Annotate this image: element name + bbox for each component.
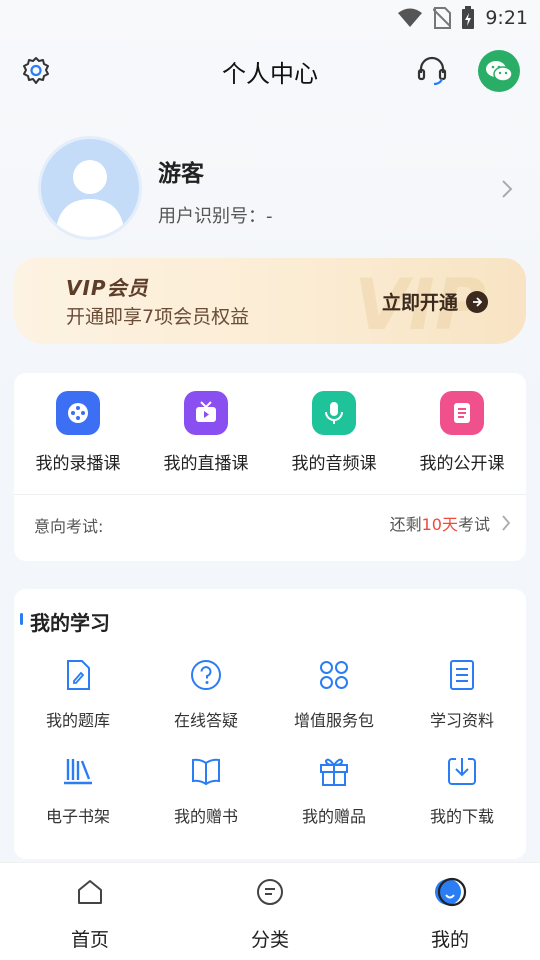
- download-item[interactable]: 我的下载: [398, 753, 526, 827]
- download-icon: [444, 753, 480, 789]
- arrow-right-icon: [466, 290, 489, 313]
- status-time: 9:21: [485, 7, 528, 29]
- profile-section[interactable]: 游客 用户识别号：-: [38, 136, 518, 246]
- user-id: 用户识别号：-: [158, 206, 273, 227]
- avatar[interactable]: [38, 136, 142, 240]
- materials-icon: [444, 657, 480, 693]
- bookshelf-icon: [60, 753, 96, 789]
- gift-item[interactable]: 我的赠品: [270, 753, 398, 827]
- materials-item[interactable]: 学习资料: [398, 657, 526, 731]
- wifi-icon: [398, 8, 423, 27]
- online-qa-item[interactable]: 在线答疑: [142, 657, 270, 731]
- question-bank-icon: [60, 657, 96, 693]
- study-item-label: 学习资料: [429, 711, 494, 730]
- study-item-label: 我的题库: [45, 711, 110, 730]
- default-avatar-icon: [55, 160, 125, 237]
- live-course-icon: [184, 391, 228, 435]
- recorded-course-icon: [56, 391, 100, 435]
- intended-exam-label: 意向考试:: [34, 517, 104, 536]
- nav-label: 首页: [70, 929, 109, 951]
- headset-icon: [417, 56, 447, 86]
- user-name: 游客: [158, 161, 204, 187]
- course-label: 我的直播课: [163, 454, 249, 474]
- vip-banner[interactable]: VIP VIP会员 开通即享7项会员权益 立即开通: [14, 258, 526, 344]
- home-icon: [73, 875, 107, 909]
- exam-countdown[interactable]: 还剩10天考试: [390, 511, 512, 535]
- gift-icon: [316, 753, 352, 789]
- page-title: 个人中心: [222, 60, 318, 88]
- wechat-button[interactable]: [478, 50, 520, 92]
- status-bar: 9:21: [0, 0, 540, 36]
- study-item-label: 增值服务包: [293, 711, 374, 730]
- exam-countdown-text: 还剩10天考试: [389, 515, 490, 534]
- course-label: 我的音频课: [291, 454, 377, 474]
- bottom-nav: 首页 分类 我的: [0, 862, 540, 960]
- audio-course-icon: [312, 391, 356, 435]
- open-course-item[interactable]: 我的公开课: [398, 391, 526, 474]
- course-label: 我的录播课: [35, 454, 121, 474]
- vip-title: VIP会员: [66, 276, 149, 300]
- nav-profile[interactable]: 我的: [360, 875, 540, 952]
- study-item-label: 在线答疑: [173, 711, 238, 730]
- study-item-label: 我的下载: [429, 807, 494, 826]
- study-item-label: 我的赠书: [173, 807, 238, 826]
- nav-home[interactable]: 首页: [0, 875, 180, 952]
- gift-book-icon: [188, 753, 224, 789]
- no-sim-icon: [433, 7, 452, 29]
- live-course-item[interactable]: 我的直播课: [142, 391, 270, 474]
- study-item-label: 电子书架: [45, 807, 110, 826]
- my-study-card: 我的学习 我的题库 在线答疑 增值服务包 学习资料 电子书架 我的赠书 我的赠品…: [14, 589, 526, 859]
- vip-subtitle: 开通即享7项会员权益: [66, 306, 250, 328]
- nav-label: 我的: [430, 929, 469, 951]
- service-pack-item[interactable]: 增值服务包: [270, 657, 398, 731]
- study-item-label: 我的赠品: [301, 807, 366, 826]
- battery-charging-icon: [462, 6, 475, 29]
- profile-icon: [433, 875, 467, 909]
- section-accent-bar: [20, 613, 23, 625]
- chevron-right-icon: [502, 180, 513, 198]
- exam-days: 10天: [421, 515, 458, 534]
- nav-category[interactable]: 分类: [180, 875, 360, 952]
- wechat-icon: [486, 61, 513, 82]
- audio-course-item[interactable]: 我的音频课: [270, 391, 398, 474]
- course-label: 我的公开课: [419, 454, 505, 474]
- question-bank-item[interactable]: 我的题库: [14, 657, 142, 731]
- category-icon: [253, 875, 287, 909]
- gift-book-item[interactable]: 我的赠书: [142, 753, 270, 827]
- help-icon: [188, 657, 224, 693]
- vip-open-label: 立即开通: [382, 292, 459, 314]
- divider: [14, 494, 526, 495]
- vip-open-button[interactable]: 立即开通: [382, 288, 489, 315]
- nav-label: 分类: [250, 929, 289, 951]
- open-course-icon: [440, 391, 484, 435]
- my-courses-card: 我的录播课 我的直播课 我的音频课 我的公开课 意向考试: 还剩10天考试: [14, 373, 526, 561]
- service-pack-icon: [316, 657, 352, 693]
- recorded-course-item[interactable]: 我的录播课: [14, 391, 142, 474]
- section-title: 我的学习: [30, 611, 110, 635]
- header: 个人中心: [0, 36, 540, 106]
- chevron-right-icon: [502, 515, 511, 531]
- customer-service-button[interactable]: [412, 51, 452, 91]
- bookshelf-item[interactable]: 电子书架: [14, 753, 142, 827]
